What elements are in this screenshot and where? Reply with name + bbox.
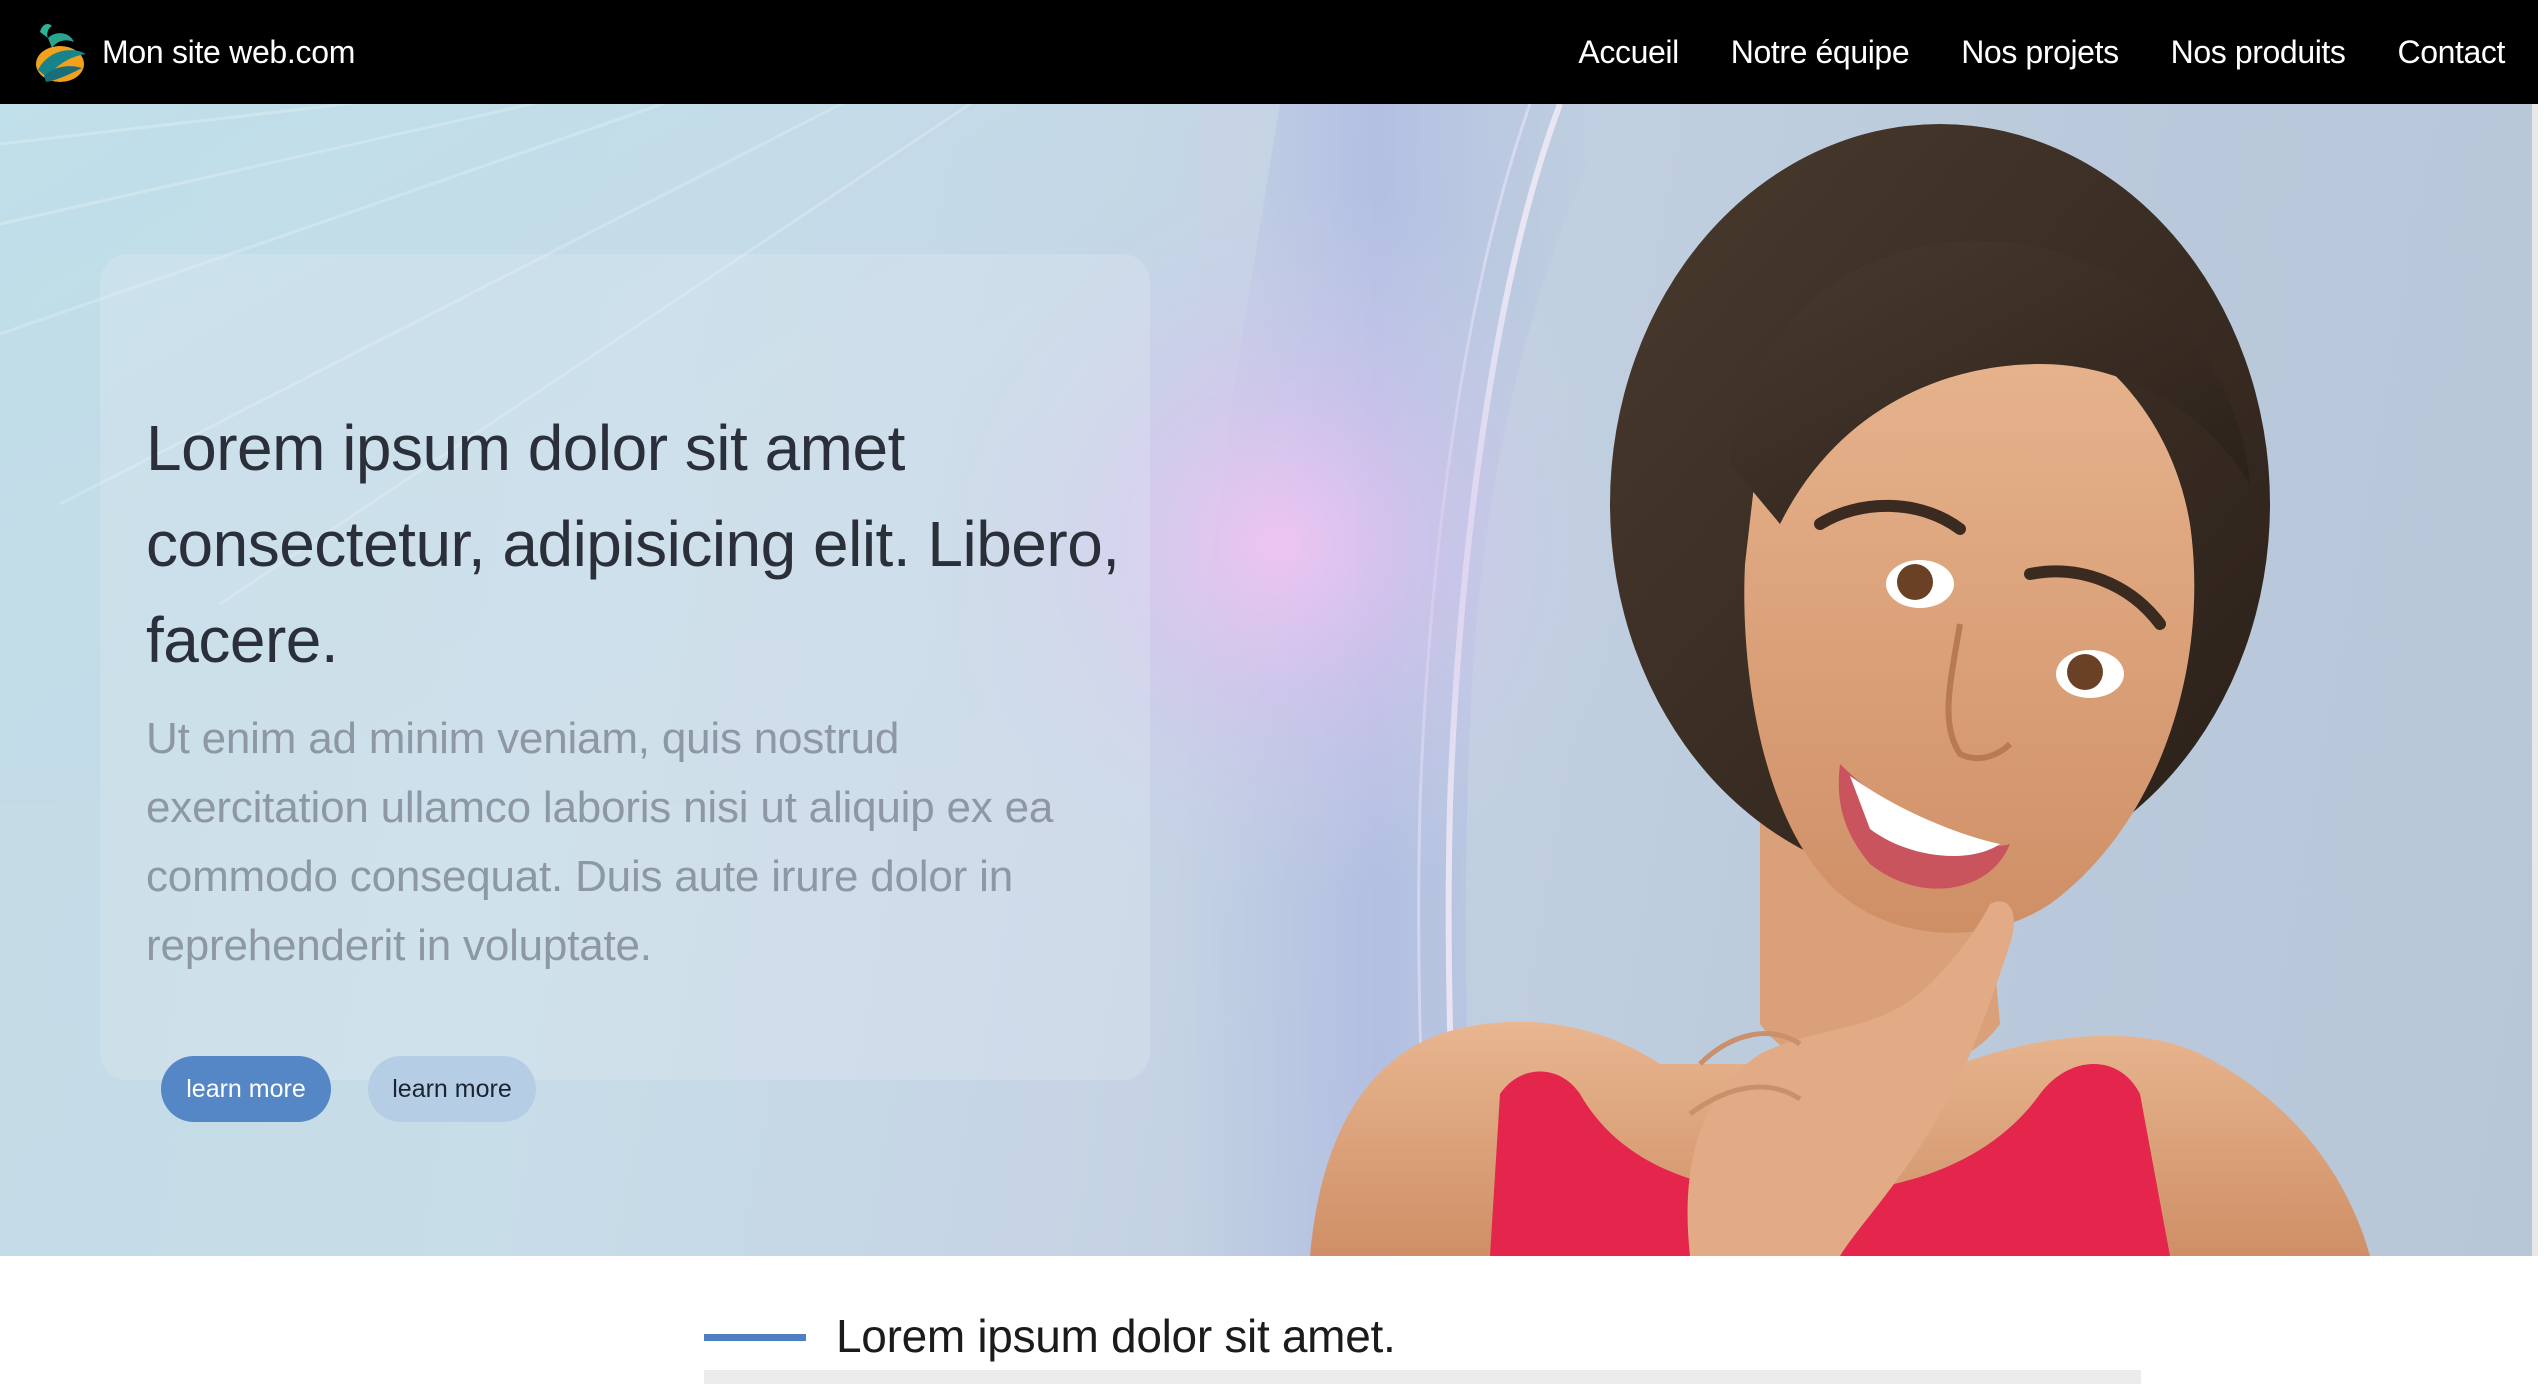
nav-nos-produits[interactable]: Nos produits [2171, 34, 2346, 71]
brand[interactable]: Mon site web.com [26, 0, 355, 104]
section-title: Lorem ipsum dolor sit amet. [836, 1310, 1396, 1362]
hero-description: Ut enim ad minim veniam, quis nostrud ex… [146, 714, 1054, 970]
nav-contact[interactable]: Contact [2398, 34, 2506, 71]
site-header: Mon site web.com Accueil Notre équipe No… [0, 0, 2538, 104]
learn-more-primary-button[interactable]: learn more [161, 1056, 331, 1122]
main-nav: Accueil Notre équipe Nos projets Nos pro… [1526, 34, 2505, 71]
nav-notre-equipe[interactable]: Notre équipe [1731, 34, 1910, 71]
learn-more-secondary-button[interactable]: learn more [368, 1056, 536, 1122]
nav-accueil[interactable]: Accueil [1578, 34, 1679, 71]
page-scrollbar[interactable] [2532, 104, 2538, 1256]
hero-title: Lorem ipsum dolor sit amet consectetur, … [146, 412, 1120, 676]
section-content-bar [704, 1370, 2141, 1384]
brand-name: Mon site web.com [102, 33, 356, 70]
brand-logo-icon [36, 24, 86, 82]
nav-nos-projets[interactable]: Nos projets [1961, 34, 2119, 71]
section-accent-line [704, 1334, 806, 1341]
